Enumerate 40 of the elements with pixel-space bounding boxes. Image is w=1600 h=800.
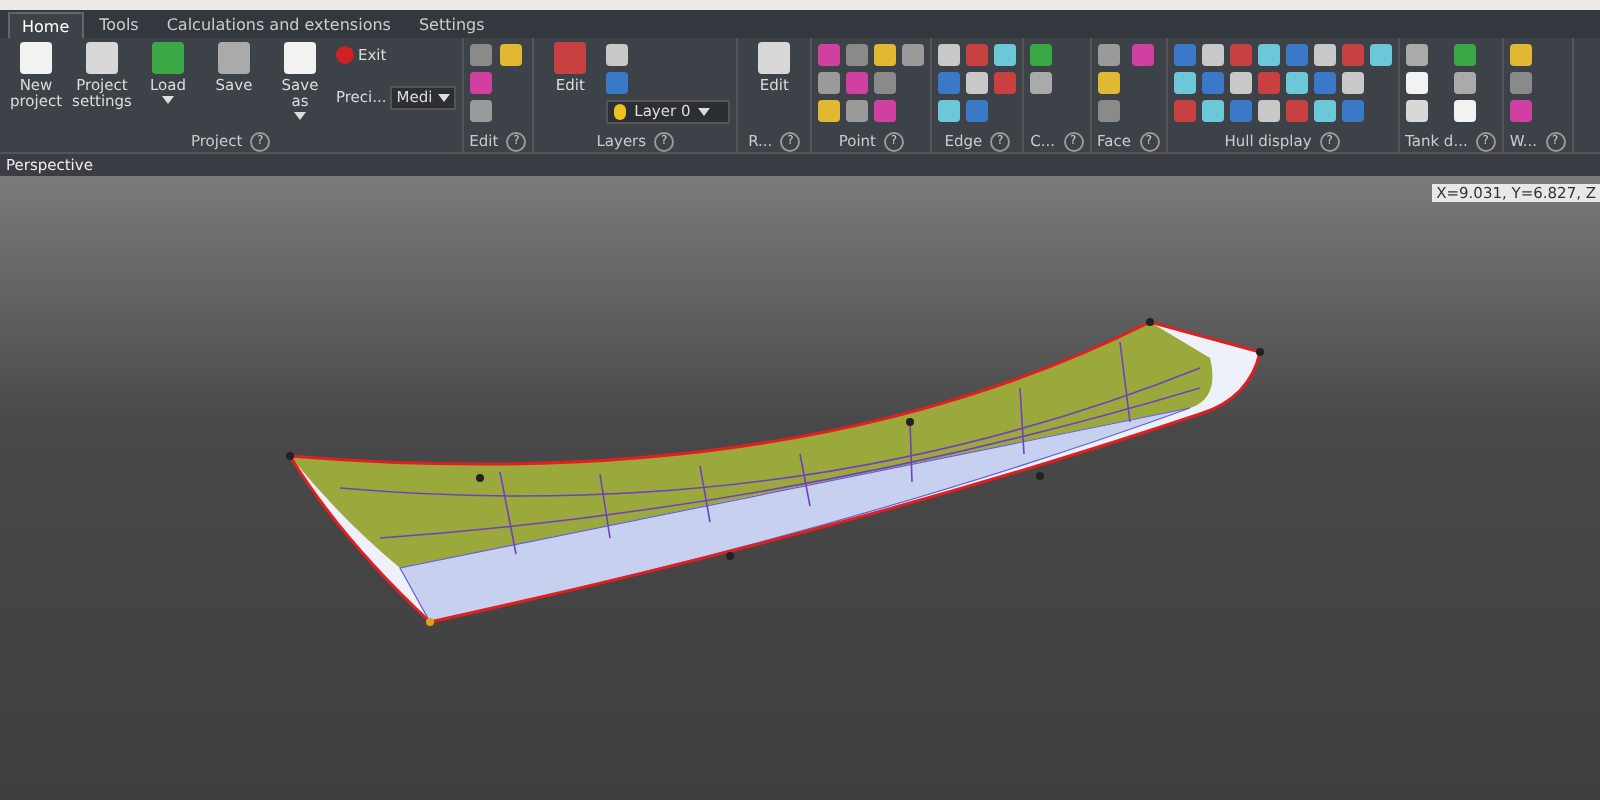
toolbar-icon[interactable] bbox=[1201, 100, 1224, 122]
toolbar-icon[interactable] bbox=[1285, 72, 1308, 94]
toolbar-icon[interactable] bbox=[500, 44, 523, 66]
toolbar-icon[interactable] bbox=[1405, 44, 1428, 66]
ribbon-tab[interactable]: Home bbox=[8, 12, 84, 38]
toolbar-icon[interactable] bbox=[994, 44, 1017, 66]
ribbon-tab[interactable]: Tools bbox=[87, 12, 151, 38]
toolbar-icon[interactable] bbox=[1257, 44, 1280, 66]
toolbar-icon[interactable] bbox=[1313, 100, 1336, 122]
toolbar-icon[interactable] bbox=[818, 100, 841, 122]
toolbar-icon[interactable] bbox=[1257, 100, 1280, 122]
toolbar-icon[interactable] bbox=[938, 44, 961, 66]
toolbar-icon[interactable] bbox=[1313, 44, 1336, 66]
toolbar-icon[interactable] bbox=[1369, 44, 1392, 66]
caret-icon bbox=[294, 111, 306, 120]
toolbar-icon[interactable] bbox=[874, 44, 897, 66]
toolbar-icon[interactable] bbox=[1097, 44, 1120, 66]
toolbar-icon[interactable] bbox=[902, 44, 925, 66]
toolbar-icon[interactable] bbox=[1453, 72, 1476, 94]
toolbar-icon[interactable] bbox=[469, 100, 492, 122]
toolbar-icon[interactable] bbox=[938, 100, 961, 122]
toolbar-icon[interactable] bbox=[1341, 72, 1364, 94]
toolbar-icon[interactable] bbox=[1405, 72, 1428, 94]
toolbar-icon[interactable] bbox=[966, 72, 989, 94]
toolbar-icon[interactable] bbox=[1229, 72, 1252, 94]
ribbon-tab[interactable]: Calculations and extensions bbox=[154, 12, 403, 38]
toolbar-icon[interactable] bbox=[1509, 44, 1532, 66]
toolbar-icon[interactable] bbox=[1453, 100, 1476, 122]
caret-icon bbox=[698, 107, 711, 115]
toolbar-icon[interactable] bbox=[818, 72, 841, 94]
toolbar-icon[interactable] bbox=[846, 100, 869, 122]
toolbar-icon[interactable] bbox=[606, 44, 629, 66]
toolbar-icon[interactable] bbox=[1097, 72, 1120, 94]
toolbar-icon[interactable] bbox=[1030, 72, 1053, 94]
caret-icon bbox=[162, 95, 174, 104]
ribbon-tab[interactable]: Settings bbox=[406, 12, 497, 38]
toolbar-icon[interactable] bbox=[1405, 100, 1428, 122]
toolbar-icon[interactable] bbox=[1173, 72, 1196, 94]
caret-icon bbox=[437, 94, 450, 102]
toolbar-icon[interactable] bbox=[1201, 44, 1224, 66]
